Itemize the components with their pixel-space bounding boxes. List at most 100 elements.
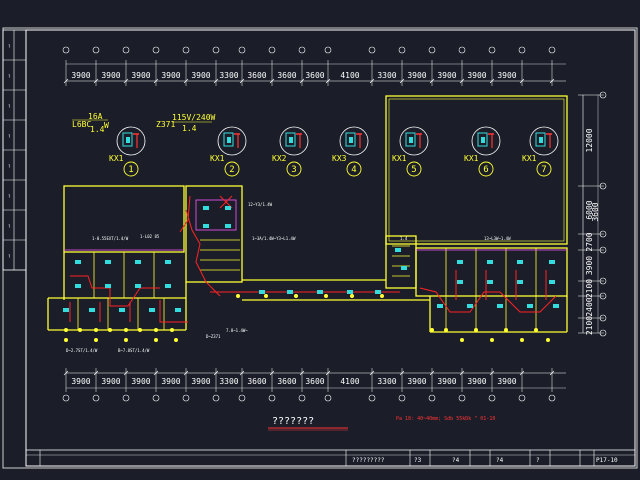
axis-bubble — [368, 46, 376, 54]
room-symbol-circle — [279, 126, 309, 156]
axis-bubble — [92, 46, 100, 54]
sidebar-label: ? — [8, 74, 11, 79]
bottom-dimension-label: 3300 — [377, 377, 396, 386]
room-symbol: 7 KX1 — [522, 126, 559, 177]
top-dimension-label: 3300 — [377, 71, 396, 80]
light-fixture — [549, 280, 555, 284]
junction-dot — [124, 328, 128, 332]
room-symbol-circle — [339, 126, 369, 156]
junction-dot — [138, 328, 142, 332]
room-symbol-panel — [349, 137, 353, 143]
junction-dot — [170, 328, 174, 332]
axis-bubble — [458, 394, 466, 402]
right-dimension-label: 2400 — [585, 297, 594, 316]
light-fixture — [395, 248, 401, 252]
light-fixture — [119, 308, 125, 312]
wall-accents — [64, 199, 567, 251]
design-note: Pa 10: 40~40mm; Sdb 55kDk " 01-10 — [396, 416, 495, 422]
junction-dot — [236, 294, 240, 298]
room-number: 3 — [291, 165, 296, 175]
room-panel-label: KX1 — [109, 154, 124, 163]
axis-bubble — [212, 46, 220, 54]
sidebar-label: ? — [8, 194, 11, 199]
room-symbol-circle — [217, 126, 247, 156]
axis-bubble — [298, 394, 306, 402]
axis-bubbles-top — [62, 46, 556, 54]
light-fixture — [457, 280, 463, 284]
room-panel-label: KX1 — [210, 154, 225, 163]
light-fixture — [203, 224, 209, 228]
title-block-cell: ?4 — [496, 457, 504, 464]
axis-bubble — [428, 394, 436, 402]
junction-dot — [444, 328, 448, 332]
bottom-dimension-label: 3600 — [277, 377, 296, 386]
light-fixture — [75, 260, 81, 264]
right-dimension-label: 2700 — [585, 232, 594, 251]
light-fixture — [149, 308, 155, 312]
junction-dot — [490, 338, 494, 342]
axis-bubble — [324, 46, 332, 54]
room-panel-label: KX1 — [464, 154, 479, 163]
light-fixture — [497, 304, 503, 308]
axis-bubble — [458, 46, 466, 54]
junction-dot — [546, 338, 550, 342]
axis-bubble — [488, 394, 496, 402]
right-dimension-label: 2100 — [585, 279, 594, 298]
junction-dot — [154, 338, 158, 342]
junction-dot — [264, 294, 268, 298]
bottom-dimension-label: 3900 — [497, 377, 516, 386]
light-fixture — [225, 206, 231, 210]
light-fixture — [203, 206, 209, 210]
top-dimension-label: 3900 — [131, 71, 150, 80]
light-fixture — [437, 304, 443, 308]
light-fixture — [347, 290, 353, 294]
room-symbol-panel — [227, 137, 231, 143]
axis-bubble — [428, 46, 436, 54]
room-symbol: 6 KX1 — [464, 126, 501, 177]
light-fixture — [487, 260, 493, 264]
bottom-dimension-label: 3900 — [161, 377, 180, 386]
light-fixture — [457, 260, 463, 264]
axis-bubble — [92, 394, 100, 402]
title-block-cell: ? — [536, 457, 540, 464]
light-fixture — [259, 290, 265, 294]
axis-bubble — [548, 394, 556, 402]
junction-dot — [294, 294, 298, 298]
room-symbol-panel — [409, 137, 413, 143]
room-symbol-panel — [126, 137, 130, 143]
axis-bubble — [398, 394, 406, 402]
bottom-dimension-label: 3900 — [437, 377, 456, 386]
axis-bubble — [122, 394, 130, 402]
room-symbol-circle — [116, 126, 146, 156]
junction-dot — [174, 338, 178, 342]
light-fixture — [375, 290, 381, 294]
axis-bubble — [62, 46, 70, 54]
top-dimension-label: 3900 — [71, 71, 90, 80]
sidebar-label: ? — [8, 44, 11, 49]
right-feeder-annotation: Z371 115V/240W 1.4 — [156, 113, 216, 133]
axis-bubble — [268, 394, 276, 402]
title-block: ????????? ?3 ?4 ?4 ? P17-10 — [26, 449, 635, 466]
light-fixture — [63, 308, 69, 312]
sidebar-label: ? — [8, 134, 11, 139]
room-detail-symbols: 1 KX1 2 KX1 3 KX2 4 KX3 5 KX1 6 KX1 7 KX1 — [109, 126, 559, 177]
axis-bubble — [122, 46, 130, 54]
right-dimension-label: 3600 — [591, 202, 600, 221]
light-fixture — [105, 284, 111, 288]
room-symbol-panel — [539, 137, 543, 143]
svg-text:1-0.55EXT/1.4/W: 1-0.55EXT/1.4/W — [92, 236, 129, 241]
axis-bubble — [212, 394, 220, 402]
axis-bubble — [238, 46, 246, 54]
title-block-sheet-code: P17-10 — [596, 457, 618, 464]
bottom-dimension-label: 3900 — [71, 377, 90, 386]
drawing-title: ??????? — [272, 416, 314, 427]
axis-bubble — [518, 46, 526, 54]
drawing-title-group: ??????? — [268, 416, 348, 431]
sidebar-label: ? — [8, 254, 11, 259]
light-fixture — [89, 308, 95, 312]
axis-bubble — [182, 46, 190, 54]
sidebar-label: ? — [8, 224, 11, 229]
room-symbol: 4 KX3 — [332, 126, 369, 177]
bottom-dimension-label: 4100 — [340, 377, 359, 386]
light-fixture — [553, 304, 559, 308]
